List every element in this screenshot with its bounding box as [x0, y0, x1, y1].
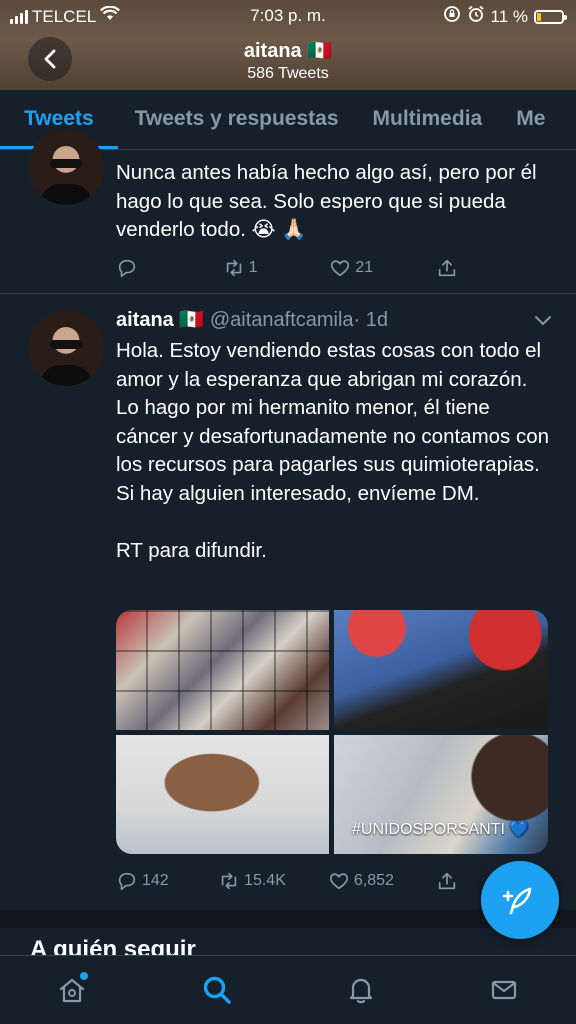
share-icon: [438, 259, 456, 277]
notifications-icon: [349, 978, 373, 1004]
chevron-down-icon: [535, 316, 551, 326]
profile-header: TELCEL 7:03 p. m. 11 % aitana 🇲🇽 586 Twe…: [0, 0, 576, 90]
nav-search[interactable]: [199, 972, 235, 1008]
tweet-card[interactable]: Nunca antes había hecho algo así, pero p…: [0, 129, 576, 294]
tab-tweets-replies[interactable]: Tweets y respuestas: [118, 90, 356, 149]
header-titles: aitana 🇲🇽 586 Tweets: [0, 38, 576, 83]
status-bar: TELCEL 7:03 p. m. 11 %: [0, 0, 576, 30]
tweet-text: Hola. Estoy vendiendo estas cosas con to…: [116, 339, 550, 563]
retweet-count: 1: [248, 259, 258, 276]
bottom-nav: [0, 955, 576, 1024]
media-photo-cds[interactable]: [116, 610, 329, 730]
search-icon: [203, 976, 231, 1004]
avatar[interactable]: [28, 310, 104, 386]
author-flag: 🇲🇽: [179, 309, 205, 331]
rotation-lock-icon: [443, 5, 461, 28]
tweet-actions: 142 15.4K 6,852: [116, 866, 496, 896]
nav-messages[interactable]: [486, 972, 522, 1008]
retweet-button[interactable]: 1: [223, 257, 283, 279]
like-count: 6,852: [353, 872, 394, 889]
like-button[interactable]: 6,852: [328, 870, 394, 892]
reply-icon: [118, 872, 136, 891]
author-handle[interactable]: @aitanaftcamila: [210, 309, 354, 331]
share-icon: [438, 872, 456, 890]
media-grid[interactable]: #UNIDOSPORSANTI 💙: [116, 610, 548, 854]
reply-button[interactable]: [116, 257, 176, 279]
reply-count: 142: [142, 872, 169, 889]
compose-icon: [502, 887, 532, 915]
like-count: 21: [355, 259, 374, 276]
nav-notifications[interactable]: [343, 972, 379, 1008]
share-button[interactable]: [436, 257, 496, 279]
compose-tweet-button[interactable]: [481, 861, 559, 939]
media-photo-hands[interactable]: #UNIDOSPORSANTI 💙: [334, 735, 548, 854]
retweet-icon: [226, 259, 241, 277]
media-photo-child[interactable]: [116, 735, 329, 854]
tweet-card[interactable]: aitana 🇲🇽 @aitanaftcamila· 1d Hola. Esto…: [0, 294, 576, 910]
tweet-header: aitana 🇲🇽 @aitanaftcamila· 1d: [116, 308, 552, 332]
tweet-actions: 1 21: [116, 253, 496, 283]
tweet-time: · 1d: [353, 309, 389, 331]
reply-icon: [118, 259, 136, 278]
tab-media[interactable]: Multimedia: [356, 90, 500, 149]
battery-label: 11 %: [490, 6, 529, 26]
tweet-text: Nunca antes había hecho algo así, pero p…: [116, 161, 537, 242]
like-button[interactable]: 21: [329, 257, 389, 279]
like-icon: [329, 873, 348, 890]
nav-home[interactable]: [54, 972, 90, 1008]
alarm-icon: [467, 5, 485, 28]
page-title: aitana 🇲🇽: [243, 40, 333, 62]
messages-icon: [491, 980, 517, 1000]
battery-icon: [534, 9, 567, 24]
retweet-icon: [221, 872, 237, 890]
author-name[interactable]: aitana: [116, 309, 174, 331]
reply-button[interactable]: 142: [116, 870, 176, 892]
retweet-count: 15.4K: [244, 872, 286, 889]
new-content-dot: [80, 972, 88, 980]
avatar[interactable]: [28, 129, 104, 205]
media-hashtag: #UNIDOSPORSANTI 💙: [352, 821, 530, 838]
retweet-button[interactable]: 15.4K: [218, 870, 286, 892]
status-right: 11 %: [443, 5, 567, 28]
media-photo-hoodie[interactable]: [334, 610, 548, 730]
tab-likes[interactable]: Me: [499, 90, 562, 149]
like-icon: [331, 260, 350, 277]
tweet-menu-button[interactable]: [534, 314, 552, 332]
tweet-count: 586 Tweets: [247, 65, 329, 82]
